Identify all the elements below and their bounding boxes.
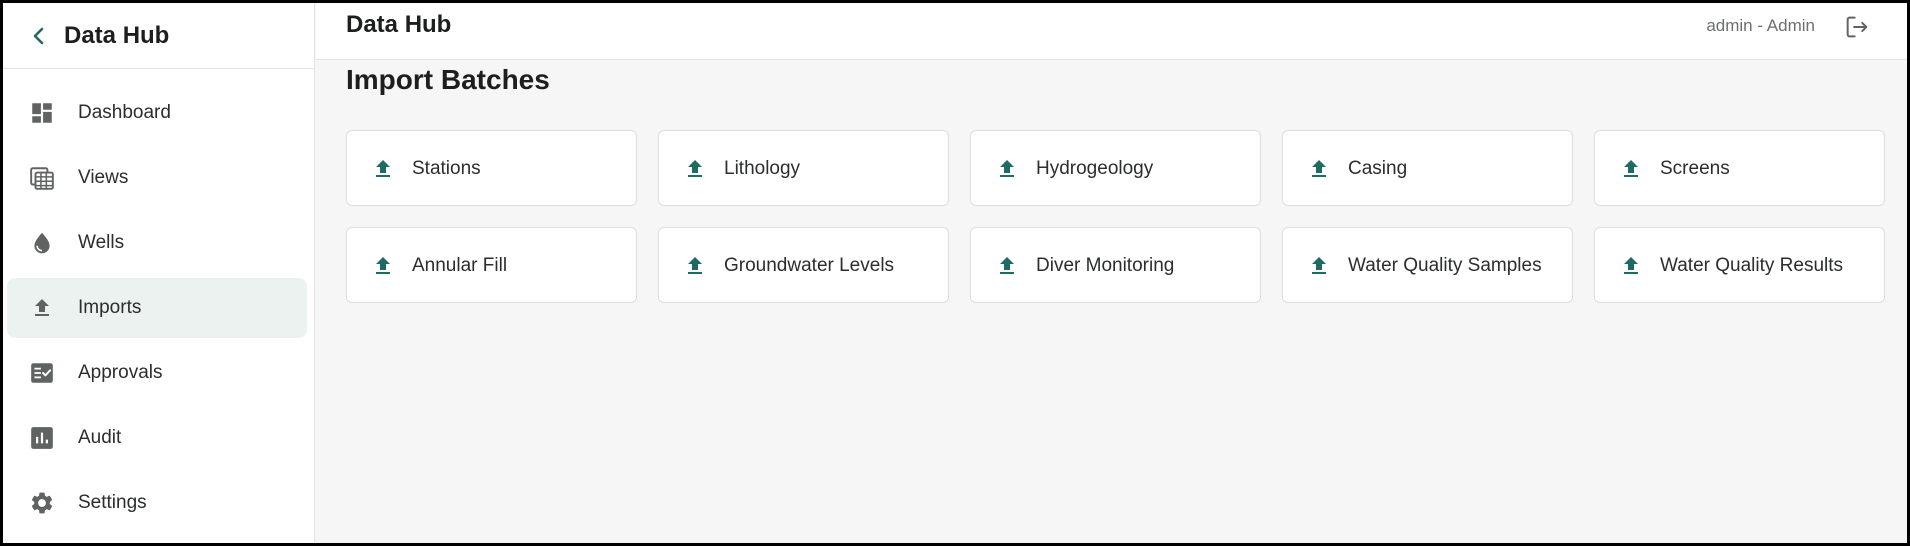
sidebar-item-imports[interactable]: Imports [7,278,307,338]
sidebar-item-dashboard[interactable]: Dashboard [7,83,307,143]
sidebar-item-label: Imports [78,297,142,318]
card-label: Stations [412,158,481,179]
import-card-lithology[interactable]: Lithology [658,130,949,206]
sidebar-title: Data Hub [64,21,170,49]
sidebar-item-label: Views [78,167,129,188]
sidebar-item-label: Wells [78,232,125,253]
views-calendar-icon [28,164,56,192]
approval-checklist-icon [28,359,56,387]
sidebar-item-audit[interactable]: Audit [7,408,307,468]
upload-icon [1000,160,1014,177]
card-label: Water Quality Samples [1348,255,1542,276]
import-card-stations[interactable]: Stations [346,130,637,206]
sidebar-item-label: Dashboard [78,102,171,123]
sidebar-item-wells[interactable]: Wells [7,213,307,273]
upload-icon [376,257,390,274]
sidebar: Data Hub Dashboard Views Wells Imports A… [3,3,315,543]
upload-icon [1624,160,1638,177]
bar-chart-icon [28,424,56,452]
import-card-hydrogeology[interactable]: Hydrogeology [970,130,1261,206]
import-card-water-quality-samples[interactable]: Water Quality Samples [1282,227,1573,303]
card-label: Lithology [724,158,801,179]
card-label: Annular Fill [412,255,508,276]
sidebar-header: Data Hub [3,3,314,69]
card-label: Screens [1660,158,1730,179]
app-title: Data Hub [346,11,452,38]
sidebar-item-views[interactable]: Views [7,148,307,208]
upload-icon [28,294,56,322]
upload-icon [1312,160,1326,177]
gear-icon [28,489,56,517]
upload-icon [688,160,702,177]
dashboard-icon [28,99,56,127]
sidebar-item-settings[interactable]: Settings [7,473,307,533]
card-label: Casing [1348,158,1408,179]
sidebar-item-label: Approvals [78,362,163,383]
card-label: Water Quality Results [1660,255,1844,276]
back-button[interactable] [24,21,54,51]
chevron-left-icon [33,27,44,44]
upload-icon [1624,257,1638,274]
user-label: admin - Admin [1706,16,1815,35]
import-card-annular-fill[interactable]: Annular Fill [346,227,637,303]
import-card-water-quality-results[interactable]: Water Quality Results [1594,227,1885,303]
upload-icon [1000,257,1014,274]
upload-icon [688,257,702,274]
import-card-casing[interactable]: Casing [1282,130,1573,206]
upload-icon [1312,257,1326,274]
upload-icon [376,160,390,177]
import-card-groundwater-levels[interactable]: Groundwater Levels [658,227,949,303]
import-card-diver-monitoring[interactable]: Diver Monitoring [970,227,1261,303]
sidebar-item-approvals[interactable]: Approvals [7,343,307,403]
sidebar-item-label: Settings [78,492,147,513]
logout-icon [1846,16,1868,38]
card-label: Diver Monitoring [1036,255,1175,276]
import-card-screens[interactable]: Screens [1594,130,1885,206]
top-bar: Data Hub admin - Admin [316,3,1907,60]
sidebar-item-label: Audit [78,427,122,448]
water-drop-icon [28,229,56,257]
card-label: Hydrogeology [1036,158,1154,179]
logout-button[interactable] [1841,11,1873,43]
card-label: Groundwater Levels [724,255,895,276]
page-title: Import Batches [346,64,550,95]
